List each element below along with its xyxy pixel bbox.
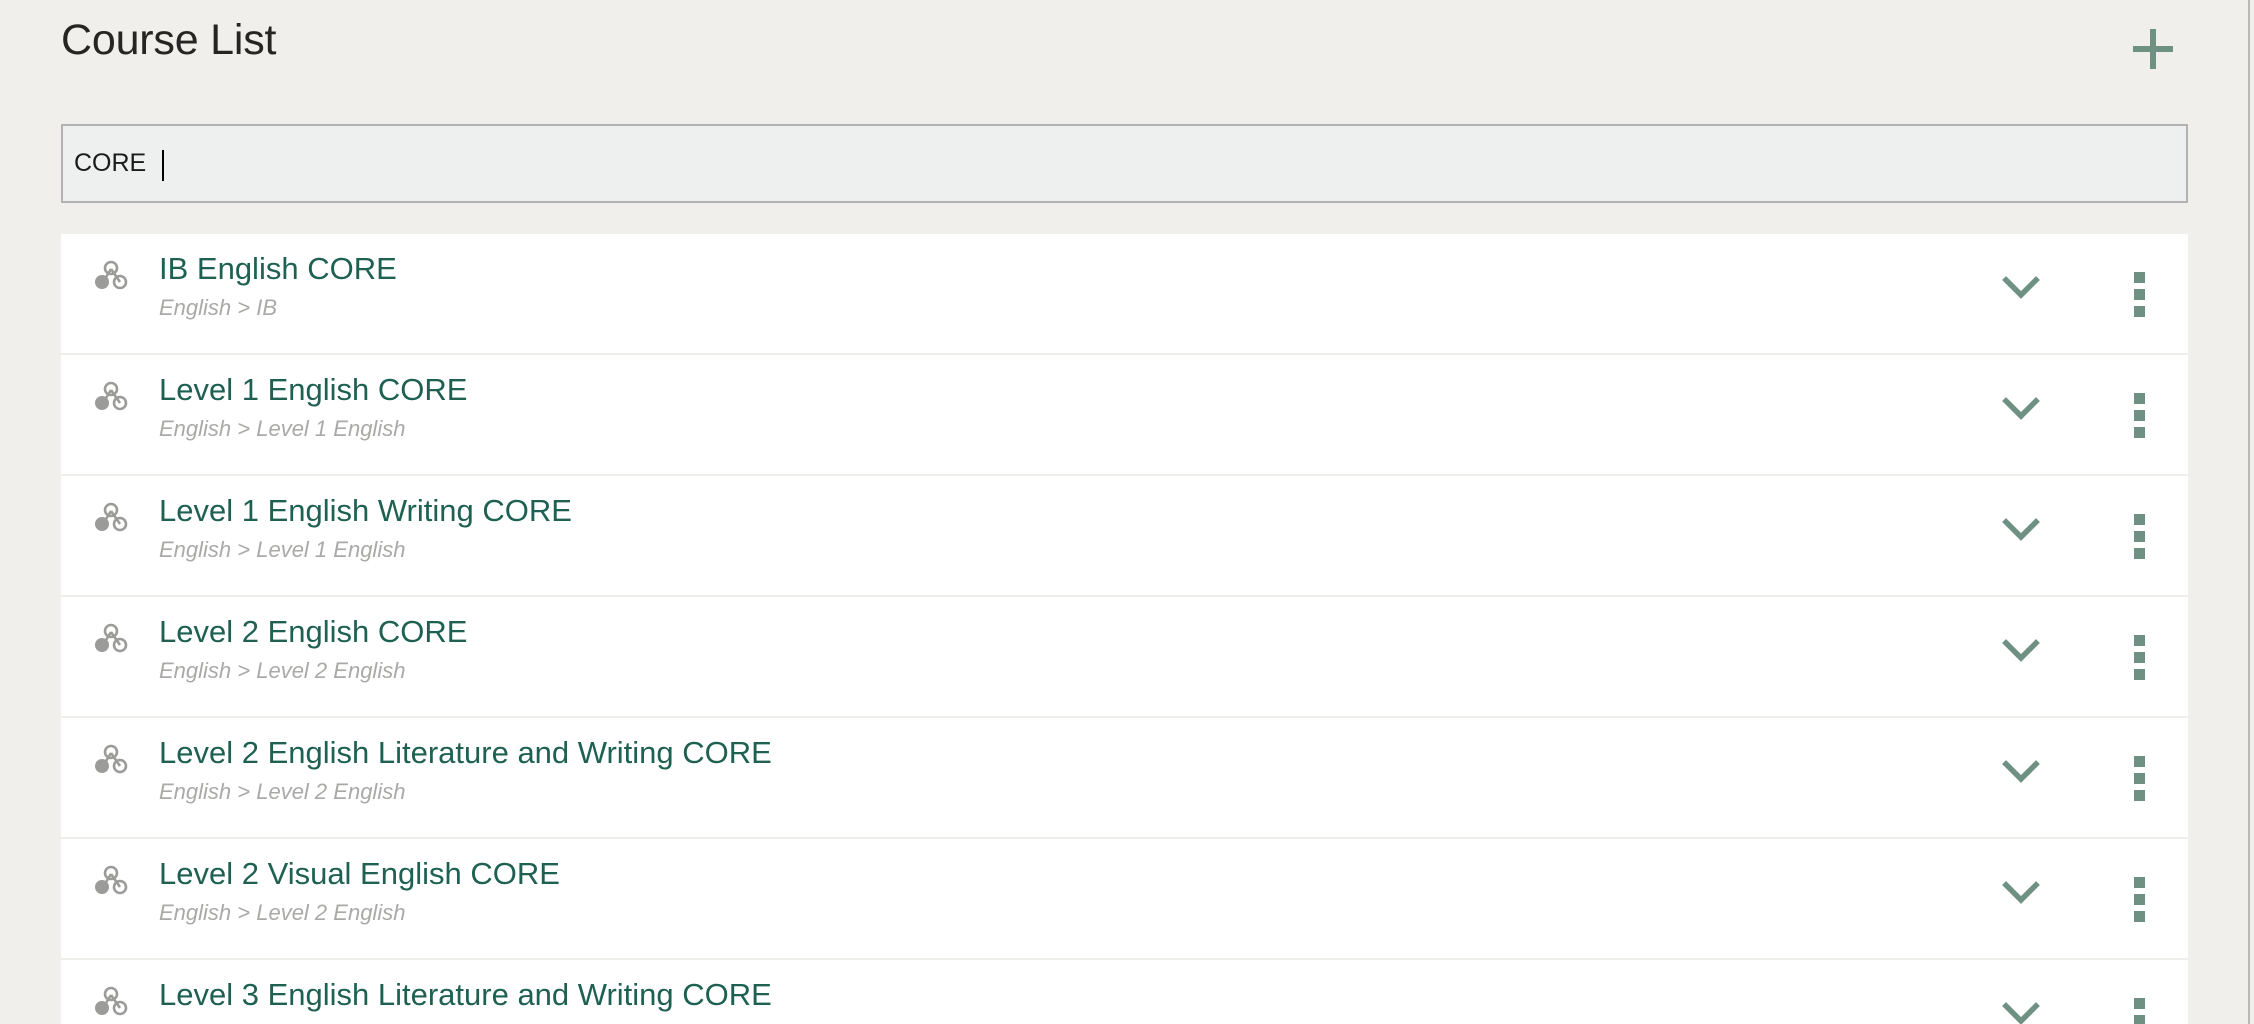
kebab-dot-3 bbox=[2134, 911, 2145, 922]
course-title[interactable]: Level 1 English CORE bbox=[159, 368, 1928, 412]
add-course-button[interactable] bbox=[2122, 18, 2184, 80]
kebab-dot-1 bbox=[2134, 514, 2145, 525]
course-row[interactable]: Level 3 English Literature and Writing C… bbox=[61, 960, 2188, 1024]
course-breadcrumb: English > Level 1 English bbox=[159, 416, 406, 441]
course-breadcrumb: English > IB bbox=[159, 295, 278, 320]
node-graph-icon bbox=[91, 256, 131, 296]
kebab-dot-2 bbox=[2134, 652, 2145, 663]
kebab-dot-3 bbox=[2134, 669, 2145, 680]
kebab-dot-2 bbox=[2134, 1015, 2145, 1024]
kebab-dot-3 bbox=[2134, 306, 2145, 317]
chevron-down-icon[interactable] bbox=[2001, 637, 2041, 665]
course-title[interactable]: Level 2 English CORE bbox=[159, 610, 1928, 654]
kebab-menu-icon[interactable] bbox=[2123, 756, 2155, 801]
search-input[interactable] bbox=[63, 126, 2186, 201]
kebab-menu-icon[interactable] bbox=[2123, 877, 2155, 922]
kebab-dot-1 bbox=[2134, 393, 2145, 404]
course-breadcrumb: English > Level 2 English bbox=[159, 900, 406, 925]
plus-icon-vertical bbox=[2150, 29, 2156, 69]
kebab-menu-icon[interactable] bbox=[2123, 635, 2155, 680]
kebab-dot-3 bbox=[2134, 548, 2145, 559]
node-graph-icon bbox=[91, 982, 131, 1022]
course-row[interactable]: Level 1 English Writing CORE English > L… bbox=[61, 476, 2188, 597]
page-header: Course List bbox=[0, 0, 2254, 124]
course-row-text: Level 3 English Literature and Writing C… bbox=[159, 973, 1928, 1019]
kebab-dot-2 bbox=[2134, 289, 2145, 300]
text-cursor bbox=[162, 150, 164, 181]
course-list-card: IB English CORE English > IB Level 1 Eng… bbox=[61, 234, 2188, 1024]
course-title[interactable]: Level 2 Visual English CORE bbox=[159, 852, 1928, 896]
kebab-menu-icon[interactable] bbox=[2123, 514, 2155, 559]
kebab-dot-1 bbox=[2134, 877, 2145, 888]
kebab-menu-icon[interactable] bbox=[2123, 272, 2155, 317]
kebab-dot-2 bbox=[2134, 894, 2145, 905]
course-breadcrumb: English > Level 2 English bbox=[159, 658, 406, 683]
page-title: Course List bbox=[61, 16, 277, 64]
course-list-page: Course List IB English CORE English > IB bbox=[0, 0, 2254, 1024]
chevron-down-icon[interactable] bbox=[2001, 516, 2041, 544]
course-row[interactable]: Level 2 English CORE English > Level 2 E… bbox=[61, 597, 2188, 718]
kebab-menu-icon[interactable] bbox=[2123, 393, 2155, 438]
kebab-dot-2 bbox=[2134, 773, 2145, 784]
node-graph-icon bbox=[91, 498, 131, 538]
kebab-dot-3 bbox=[2134, 427, 2145, 438]
window-right-border bbox=[2248, 0, 2250, 1024]
chevron-down-icon[interactable] bbox=[2001, 395, 2041, 423]
window-edge-fill bbox=[2250, 0, 2254, 1024]
kebab-dot-2 bbox=[2134, 531, 2145, 542]
search-field-wrapper[interactable] bbox=[61, 124, 2188, 203]
chevron-down-icon[interactable] bbox=[2001, 879, 2041, 907]
course-breadcrumb: English > Level 2 English bbox=[159, 779, 406, 804]
course-breadcrumb: English > Level 1 English bbox=[159, 537, 406, 562]
course-title[interactable]: Level 2 English Literature and Writing C… bbox=[159, 731, 1928, 775]
course-row-text: Level 2 English Literature and Writing C… bbox=[159, 731, 1928, 807]
kebab-dot-1 bbox=[2134, 272, 2145, 283]
node-graph-icon bbox=[91, 619, 131, 659]
kebab-dot-1 bbox=[2134, 756, 2145, 767]
course-row-text: Level 1 English CORE English > Level 1 E… bbox=[159, 368, 1928, 444]
course-title[interactable]: Level 1 English Writing CORE bbox=[159, 489, 1928, 533]
kebab-dot-3 bbox=[2134, 790, 2145, 801]
kebab-dot-1 bbox=[2134, 998, 2145, 1009]
chevron-down-icon[interactable] bbox=[2001, 1000, 2041, 1024]
course-row[interactable]: Level 2 English Literature and Writing C… bbox=[61, 718, 2188, 839]
chevron-down-icon[interactable] bbox=[2001, 274, 2041, 302]
kebab-menu-icon[interactable] bbox=[2123, 998, 2155, 1024]
course-row[interactable]: IB English CORE English > IB bbox=[61, 234, 2188, 355]
node-graph-icon bbox=[91, 377, 131, 417]
course-title[interactable]: IB English CORE bbox=[159, 247, 1928, 291]
node-graph-icon bbox=[91, 740, 131, 780]
kebab-dot-2 bbox=[2134, 410, 2145, 421]
course-title[interactable]: Level 3 English Literature and Writing C… bbox=[159, 973, 1928, 1017]
kebab-dot-1 bbox=[2134, 635, 2145, 646]
chevron-down-icon[interactable] bbox=[2001, 758, 2041, 786]
node-graph-icon bbox=[91, 861, 131, 901]
course-row[interactable]: Level 1 English CORE English > Level 1 E… bbox=[61, 355, 2188, 476]
course-row-text: IB English CORE English > IB bbox=[159, 247, 1928, 323]
course-row-text: Level 2 English CORE English > Level 2 E… bbox=[159, 610, 1928, 686]
course-row-text: Level 2 Visual English CORE English > Le… bbox=[159, 852, 1928, 928]
course-row[interactable]: Level 2 Visual English CORE English > Le… bbox=[61, 839, 2188, 960]
course-row-text: Level 1 English Writing CORE English > L… bbox=[159, 489, 1928, 565]
